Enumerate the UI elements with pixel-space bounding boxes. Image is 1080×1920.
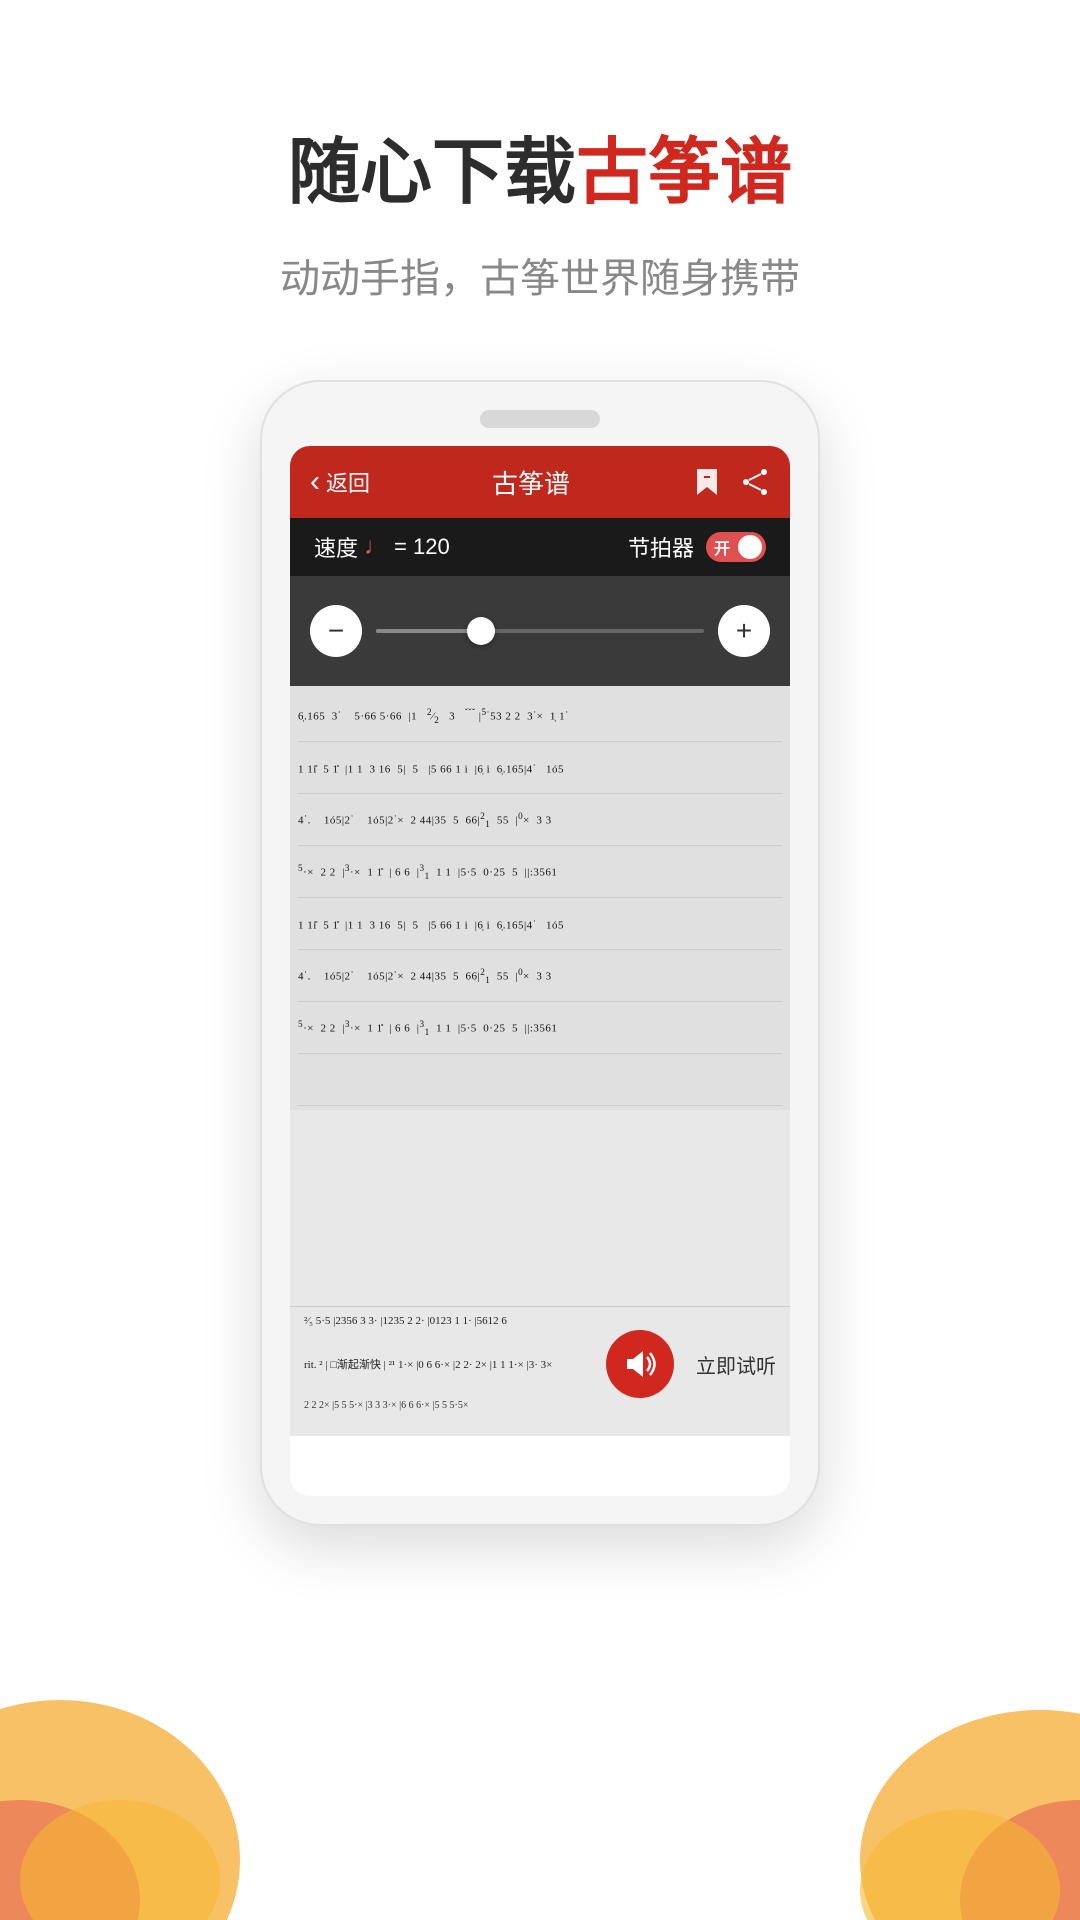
sheet-music-area: 6̣.165 3· 5·66 5·66 |1 2⁄2 3 ˇˇˇ |5·53 2… bbox=[290, 686, 790, 1306]
phone-mockup: ‹ 返回 古筝谱 bbox=[260, 380, 820, 1526]
subtitle: 动动手指，古筝世界随身携带 bbox=[0, 246, 1080, 304]
app-bar-title: 古筝谱 bbox=[370, 464, 692, 501]
speed-bar: 速度 ♩ = 120 节拍器 开 bbox=[290, 518, 790, 576]
share-icon[interactable] bbox=[740, 467, 770, 497]
plus-icon: + bbox=[736, 615, 752, 647]
speed-right: 节拍器 开 bbox=[628, 531, 766, 563]
sheet-row-1: 6̣.165 3· 5·66 5·66 |1 2⁄2 3 ˇˇˇ |5·53 2… bbox=[298, 690, 782, 742]
toggle-knob bbox=[738, 535, 762, 559]
sheet-row-7: 5·× 2 2 |3·× 1 1̊ | 6 6 |31 1 1 |5·5 0·2… bbox=[298, 1002, 782, 1054]
sheet-row-4: 5·× 2 2 |3·× 1 1̊ | 6 6 |31 1 1 |5·5 0·2… bbox=[298, 846, 782, 898]
slider-fill bbox=[376, 629, 481, 633]
slider-plus-button[interactable]: + bbox=[718, 605, 770, 657]
audio-player-controls: 立即试听 bbox=[606, 1330, 776, 1398]
metronome-label: 节拍器 bbox=[628, 531, 694, 563]
slider-area: − + bbox=[290, 576, 790, 686]
title-highlight: 古筝谱 bbox=[576, 133, 792, 213]
sheet-row-3: 4·. 1ó5|2· 1ó5|2·× 2 44|35 5 66|21 55 |0… bbox=[298, 794, 782, 846]
speed-label: 速度 bbox=[314, 531, 358, 563]
speed-value: = 120 bbox=[394, 534, 450, 560]
metronome-toggle[interactable]: 开 bbox=[706, 532, 766, 562]
back-label: 返回 bbox=[326, 466, 370, 498]
sheet-row-5: 1 1i̊ 5 1̊ |1 1 3 16 5| 5 |5 66 1 i |6̣ … bbox=[298, 898, 782, 950]
background-decoration bbox=[0, 1600, 1080, 1920]
phone-speaker bbox=[480, 410, 600, 428]
app-bar: ‹ 返回 古筝谱 bbox=[290, 446, 790, 518]
slider-track[interactable] bbox=[376, 629, 704, 633]
chevron-icon: ‹ bbox=[310, 465, 320, 499]
speaker-icon bbox=[623, 1349, 657, 1379]
main-title: 随心下载古筝谱 bbox=[0, 130, 1080, 216]
play-button[interactable] bbox=[606, 1330, 674, 1398]
bottom-sheet-row3: 2 2 2× |5 5 5·× |3 3 3·× |6 6 6·× |5 5 5… bbox=[304, 1400, 776, 1411]
minus-icon: − bbox=[328, 615, 344, 647]
phone-outer: ‹ 返回 古筝谱 bbox=[260, 380, 820, 1526]
bookmark-icon[interactable] bbox=[692, 467, 722, 497]
phone-screen: ‹ 返回 古筝谱 bbox=[290, 446, 790, 1496]
slider-thumb[interactable] bbox=[467, 617, 495, 645]
listen-button[interactable]: 立即试听 bbox=[696, 1350, 776, 1379]
title-normal: 随心下载 bbox=[288, 133, 576, 213]
slider-minus-button[interactable]: − bbox=[310, 605, 362, 657]
toggle-label: 开 bbox=[714, 535, 730, 559]
speed-note: ♩ bbox=[364, 533, 388, 561]
speed-left: 速度 ♩ = 120 bbox=[314, 531, 450, 563]
bottom-sheet-row2: rit. ² | □渐起渐快 | ²¹ 1·× |0 6 6·× |2 2· 2… bbox=[304, 1356, 606, 1372]
sheet-row-6: 4·. 1ó5|2· 1ó5|2·× 2 44|35 5 66|21 55 |0… bbox=[298, 950, 782, 1002]
header-section: 随心下载古筝谱 动动手指，古筝世界随身携带 bbox=[0, 0, 1080, 304]
sheet-row-8 bbox=[298, 1054, 782, 1106]
back-button[interactable]: ‹ 返回 bbox=[310, 465, 370, 499]
bottom-player-bar: ²⁄₅ 5·5 |2356 3 3· |1235 2 2· |0123 1 1·… bbox=[290, 1306, 790, 1436]
bottom-sheet-row1: ²⁄₅ 5·5 |2356 3 3· |1235 2 2· |0123 1 1·… bbox=[304, 1315, 776, 1330]
app-bar-icons bbox=[692, 467, 770, 497]
sheet-row-2: 1 1i̊ 5 1̊ |1 1 3 16 5| 5 |5 66 1 i |6̣ … bbox=[298, 742, 782, 794]
